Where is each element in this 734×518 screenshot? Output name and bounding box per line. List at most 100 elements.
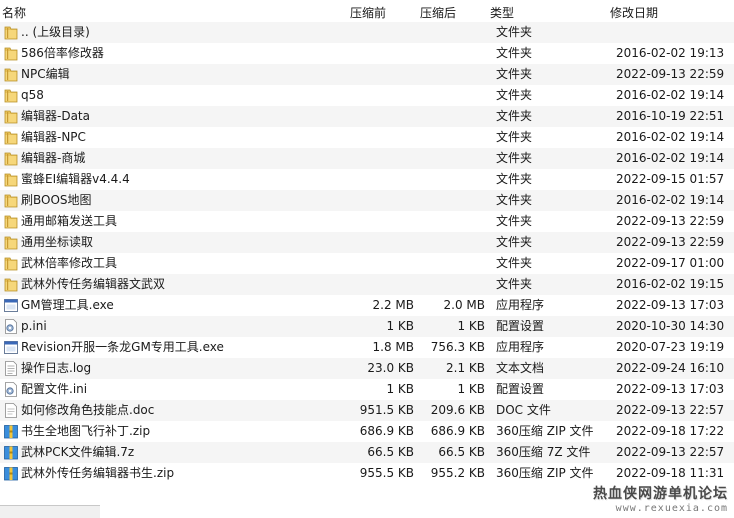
file-compressed-size: 209.6 KB xyxy=(430,403,485,417)
file-modified-date: 2022-09-24 16:10 xyxy=(616,361,725,375)
file-name: 通用坐标读取 xyxy=(21,235,94,249)
file-compressed-size: 2.1 KB xyxy=(446,361,485,375)
file-name: 如何修改角色技能点.doc xyxy=(21,403,155,417)
file-name: Revision开服一条龙GM专用工具.exe xyxy=(21,340,224,354)
file-type: 360压缩 7Z 文件 xyxy=(496,445,591,459)
file-name: 刷BOOS地图 xyxy=(21,193,92,207)
file-modified-date: 2016-02-02 19:14 xyxy=(616,130,725,144)
file-row[interactable]: .. (上级目录) 文件夹 xyxy=(0,22,734,43)
file-original-size: 686.9 KB xyxy=(359,424,414,438)
file-row[interactable]: 如何修改角色技能点.doc 951.5 KB 209.6 KB DOC 文件 2022-… xyxy=(0,400,734,421)
file-name: 配置文件.ini xyxy=(21,382,88,396)
file-row[interactable]: 通用邮箱发送工具 文件夹 2022-09-13 22:59 xyxy=(0,211,734,232)
file-modified-date: 2016-02-02 19:14 xyxy=(616,151,725,165)
file-name: 武林外传任务编辑器文武双 xyxy=(21,277,166,291)
file-original-size: 1.8 MB xyxy=(372,340,414,354)
folder-icon xyxy=(4,130,18,145)
folder-icon xyxy=(4,235,18,250)
doc-icon xyxy=(4,403,18,418)
folder-icon xyxy=(4,193,18,208)
file-name: 武林PCK文件编辑.7z xyxy=(21,445,135,459)
file-modified-date: 2022-09-17 01:00 xyxy=(616,256,725,270)
file-name: 编辑器-商城 xyxy=(21,151,86,165)
file-row[interactable]: 编辑器-NPC 文件夹 2016-02-02 19:14 xyxy=(0,127,734,148)
file-row[interactable]: 武林外传任务编辑器书生.zip 955.5 KB 955.2 KB 360压缩 ZIP… xyxy=(0,463,734,484)
file-type: 应用程序 xyxy=(496,340,545,354)
archive-icon xyxy=(4,466,18,481)
file-row[interactable]: p.ini 1 KB 1 KB 配置设置 2020-10-30 14:30 xyxy=(0,316,734,337)
text-icon xyxy=(4,361,18,376)
file-row[interactable]: 蜜蜂EI编辑器v4.4.4 文件夹 2022-09-15 01:57 xyxy=(0,169,734,190)
ini-icon xyxy=(4,382,18,397)
file-modified-date: 2016-02-02 19:14 xyxy=(616,88,725,102)
file-modified-date: 2016-02-02 19:15 xyxy=(616,277,725,291)
file-name: .. (上级目录) xyxy=(21,25,90,39)
file-row[interactable]: 刷BOOS地图 文件夹 2016-02-02 19:14 xyxy=(0,190,734,211)
file-row[interactable]: 配置文件.ini 1 KB 1 KB 配置设置 2022-09-13 17:03 xyxy=(0,379,734,400)
file-type: 配置设置 xyxy=(496,319,545,333)
archive-icon xyxy=(4,445,18,460)
column-date-header[interactable]: 修改日期 xyxy=(610,4,658,21)
exe-icon xyxy=(4,340,18,355)
folder-icon xyxy=(4,214,18,229)
horizontal-scrollbar[interactable] xyxy=(0,505,100,518)
column-compressed-size-header[interactable]: 压缩后 xyxy=(420,4,456,21)
folder-icon xyxy=(4,277,18,292)
folder-icon xyxy=(4,256,18,271)
file-compressed-size: 686.9 KB xyxy=(430,424,485,438)
file-type: 应用程序 xyxy=(496,298,545,312)
file-name: 586倍率修改器 xyxy=(21,46,104,60)
file-row[interactable]: 书生全地图飞行补丁.zip 686.9 KB 686.9 KB 360压缩 ZIP 文… xyxy=(0,421,734,442)
file-type: 文件夹 xyxy=(496,151,533,165)
file-type: 文件夹 xyxy=(496,25,533,39)
file-row[interactable]: q58 文件夹 2016-02-02 19:14 xyxy=(0,85,734,106)
column-name-header[interactable]: 名称 xyxy=(2,4,26,21)
file-type: 文件夹 xyxy=(496,235,533,249)
file-modified-date: 2022-09-13 22:59 xyxy=(616,214,725,228)
file-row[interactable]: 通用坐标读取 文件夹 2022-09-13 22:59 xyxy=(0,232,734,253)
folder-icon xyxy=(4,67,18,82)
file-row[interactable]: 操作日志.log 23.0 KB 2.1 KB 文本文档 2022-09-24 16:1… xyxy=(0,358,734,379)
file-original-size: 951.5 KB xyxy=(359,403,414,417)
column-original-size-header[interactable]: 压缩前 xyxy=(350,4,386,21)
file-compressed-size: 2.0 MB xyxy=(443,298,485,312)
file-name: 蜜蜂EI编辑器v4.4.4 xyxy=(21,172,130,186)
column-header: 名称 压缩前 压缩后 类型 修改日期 xyxy=(0,0,734,22)
file-row[interactable]: NPC编辑 文件夹 2022-09-13 22:59 xyxy=(0,64,734,85)
folder-icon xyxy=(4,46,18,61)
file-row[interactable]: 武林PCK文件编辑.7z 66.5 KB 66.5 KB 360压缩 7Z 文件 202… xyxy=(0,442,734,463)
archive-icon xyxy=(4,424,18,439)
file-modified-date: 2020-10-30 14:30 xyxy=(616,319,725,333)
file-row[interactable]: 编辑器-Data 文件夹 2016-10-19 22:51 xyxy=(0,106,734,127)
column-type-header[interactable]: 类型 xyxy=(490,4,514,21)
folder-icon xyxy=(4,88,18,103)
file-modified-date: 2022-09-13 22:57 xyxy=(616,445,725,459)
file-row[interactable]: Revision开服一条龙GM专用工具.exe 1.8 MB 756.3 KB 应用程… xyxy=(0,337,734,358)
folder-icon xyxy=(4,151,18,166)
file-original-size: 23.0 KB xyxy=(367,361,414,375)
file-original-size: 1 KB xyxy=(386,319,414,333)
file-type: 文件夹 xyxy=(496,88,533,102)
file-row[interactable]: GM管理工具.exe 2.2 MB 2.0 MB 应用程序 2022-09-13 17:… xyxy=(0,295,734,316)
file-modified-date: 2016-02-02 19:13 xyxy=(616,46,725,60)
file-row[interactable]: 编辑器-商城 文件夹 2016-02-02 19:14 xyxy=(0,148,734,169)
file-type: 配置设置 xyxy=(496,382,545,396)
file-type: 文件夹 xyxy=(496,172,533,186)
file-type: 文件夹 xyxy=(496,109,533,123)
file-row[interactable]: 武林倍率修改工具 文件夹 2022-09-17 01:00 xyxy=(0,253,734,274)
file-modified-date: 2016-10-19 22:51 xyxy=(616,109,725,123)
file-modified-date: 2020-07-23 19:19 xyxy=(616,340,725,354)
file-modified-date: 2022-09-13 22:59 xyxy=(616,235,725,249)
file-type: 文件夹 xyxy=(496,214,533,228)
file-row[interactable]: 586倍率修改器 文件夹 2016-02-02 19:13 xyxy=(0,43,734,64)
file-type: 文件夹 xyxy=(496,256,533,270)
file-compressed-size: 756.3 KB xyxy=(430,340,485,354)
file-row[interactable]: 武林外传任务编辑器文武双 文件夹 2016-02-02 19:15 xyxy=(0,274,734,295)
file-name: NPC编辑 xyxy=(21,67,70,81)
file-compressed-size: 1 KB xyxy=(457,382,485,396)
file-modified-date: 2022-09-13 22:59 xyxy=(616,67,725,81)
file-modified-date: 2016-02-02 19:14 xyxy=(616,193,725,207)
file-modified-date: 2022-09-18 11:31 xyxy=(616,466,725,480)
site-watermark: 热血侠网游单机论坛 www.rexuexia.com xyxy=(593,483,728,514)
folder-icon xyxy=(4,109,18,124)
